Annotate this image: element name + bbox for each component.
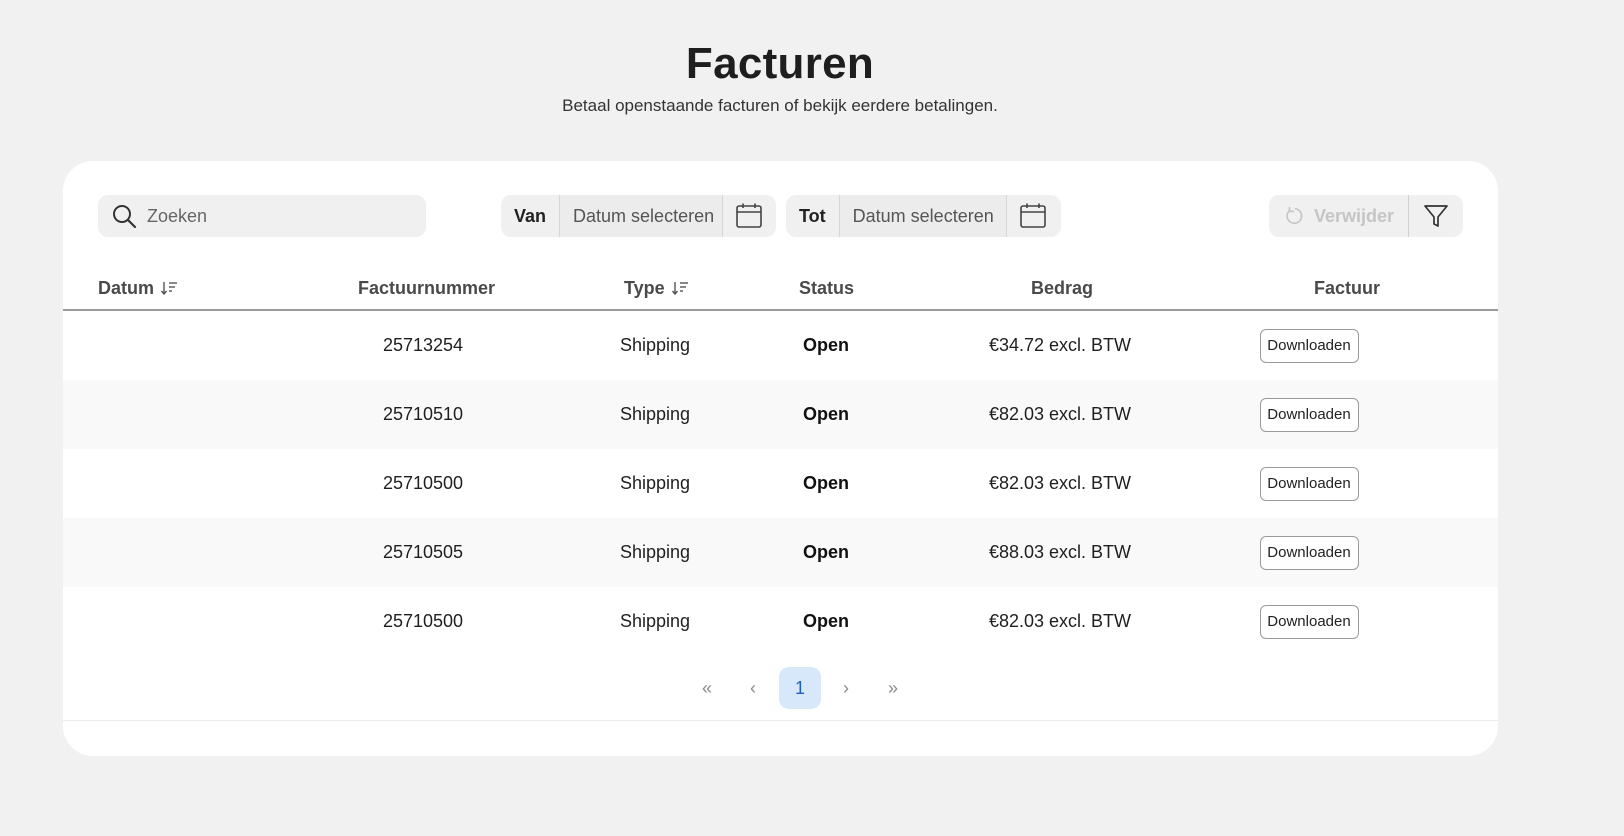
cell-status: Open xyxy=(802,473,849,493)
cell-datum xyxy=(83,518,283,587)
table-header: Datum Factuurnummer Type Status Bedrag F… xyxy=(63,267,1498,311)
table-row: 25710505 Shipping Open €88.03 excl. BTW Down… xyxy=(63,518,1498,587)
date-to-group: Tot Datum selecteren xyxy=(786,195,1061,237)
search-input[interactable] xyxy=(147,205,407,227)
table-row: 25710500 Shipping Open €82.03 excl. BTW Down… xyxy=(63,449,1498,518)
column-type[interactable]: Type xyxy=(624,267,689,309)
cell-factuur: Downloaden xyxy=(1249,587,1369,656)
first-page-button[interactable]: « xyxy=(686,667,728,709)
cell-type: Shipping xyxy=(619,542,691,562)
cell-factuurnummer: 25713254 xyxy=(382,335,464,355)
cell-factuurnummer: 25710505 xyxy=(382,542,464,562)
download-button[interactable]: Downloaden xyxy=(1259,466,1359,501)
cell-status: Open xyxy=(802,542,849,562)
cell-type: Shipping xyxy=(619,611,691,631)
date-from-input[interactable]: Datum selecteren xyxy=(560,195,724,237)
calendar-icon xyxy=(736,203,762,228)
pagination: « ‹ 1 › » xyxy=(63,667,1498,709)
date-from-group: Van Datum selecteren xyxy=(501,195,776,237)
cell-bedrag: €34.72 excl. BTW xyxy=(988,335,1132,355)
footer-divider xyxy=(63,720,1498,721)
calendar-icon xyxy=(1019,203,1046,228)
cell-factuurnummer: 25710500 xyxy=(382,611,464,631)
reset-label: Verwijder xyxy=(1313,205,1394,226)
date-to-input[interactable]: Datum selecteren xyxy=(839,195,1007,237)
page-subtitle: Betaal openstaande facturen of bekijk ee… xyxy=(562,96,998,116)
reset-filters-button[interactable]: Verwijder xyxy=(1269,195,1409,237)
cell-type: Shipping xyxy=(619,473,691,493)
sort-icon[interactable] xyxy=(160,280,178,296)
column-bedrag: Bedrag xyxy=(1031,277,1094,298)
toolbar-actions: Verwijder xyxy=(1269,195,1463,237)
cell-bedrag: €82.03 excl. BTW xyxy=(988,611,1132,631)
cell-factuur: Downloaden xyxy=(1249,311,1369,380)
invoices-card: Van Datum selecteren Tot Datum selectere… xyxy=(63,161,1498,756)
cell-status: Open xyxy=(802,404,849,424)
cell-type: Shipping xyxy=(619,335,691,355)
cell-factuur: Downloaden xyxy=(1249,518,1369,587)
cell-factuur: Downloaden xyxy=(1249,449,1369,518)
column-datum-label: Datum xyxy=(98,277,155,298)
download-button[interactable]: Downloaden xyxy=(1259,604,1359,639)
download-button[interactable]: Downloaden xyxy=(1259,397,1359,432)
table-row: 25710500 Shipping Open €82.03 excl. BTW Down… xyxy=(63,587,1498,656)
cell-datum xyxy=(83,587,283,656)
sort-icon[interactable] xyxy=(671,280,689,296)
cell-datum xyxy=(83,380,283,449)
cell-type: Shipping xyxy=(619,404,691,424)
column-factuur: Factuur xyxy=(1314,277,1381,298)
date-from-calendar-button[interactable] xyxy=(723,195,775,237)
column-factuurnummer: Factuurnummer xyxy=(358,277,496,298)
date-to-label: Tot xyxy=(786,195,840,237)
cell-status: Open xyxy=(802,335,849,355)
column-status: Status xyxy=(799,277,855,298)
next-page-button[interactable]: › xyxy=(825,667,867,709)
table-row: 25710510 Shipping Open €82.03 excl. BTW Down… xyxy=(63,380,1498,449)
cell-bedrag: €88.03 excl. BTW xyxy=(988,542,1132,562)
prev-page-button[interactable]: ‹ xyxy=(732,667,774,709)
search-box[interactable] xyxy=(98,195,426,237)
cell-status: Open xyxy=(802,611,849,631)
last-page-button[interactable]: » xyxy=(872,667,914,709)
cell-bedrag: €82.03 excl. BTW xyxy=(988,404,1132,424)
cell-factuur: Downloaden xyxy=(1249,380,1369,449)
filter-button[interactable] xyxy=(1409,195,1463,237)
cell-bedrag: €82.03 excl. BTW xyxy=(988,473,1132,493)
date-from-label: Van xyxy=(501,195,561,237)
download-button[interactable]: Downloaden xyxy=(1259,535,1359,570)
search-icon xyxy=(113,205,137,229)
column-datum[interactable]: Datum xyxy=(98,267,178,309)
cell-factuurnummer: 25710510 xyxy=(382,404,464,424)
cell-datum xyxy=(83,311,283,380)
page-header: Facturen Betaal openstaande facturen of … xyxy=(0,39,1560,116)
table-row: 25713254 Shipping Open €34.72 excl. BTW Down… xyxy=(63,311,1498,380)
cell-factuurnummer: 25710500 xyxy=(382,473,464,493)
toolbar: Van Datum selecteren Tot Datum selectere… xyxy=(98,195,1463,237)
date-to-calendar-button[interactable] xyxy=(1007,195,1059,237)
column-type-label: Type xyxy=(624,277,665,298)
page-title: Facturen xyxy=(685,39,875,88)
page-button-current[interactable]: 1 xyxy=(779,667,821,709)
cell-datum xyxy=(83,449,283,518)
reset-icon xyxy=(1286,206,1303,225)
download-button[interactable]: Downloaden xyxy=(1259,328,1359,363)
filter-icon xyxy=(1424,205,1448,227)
